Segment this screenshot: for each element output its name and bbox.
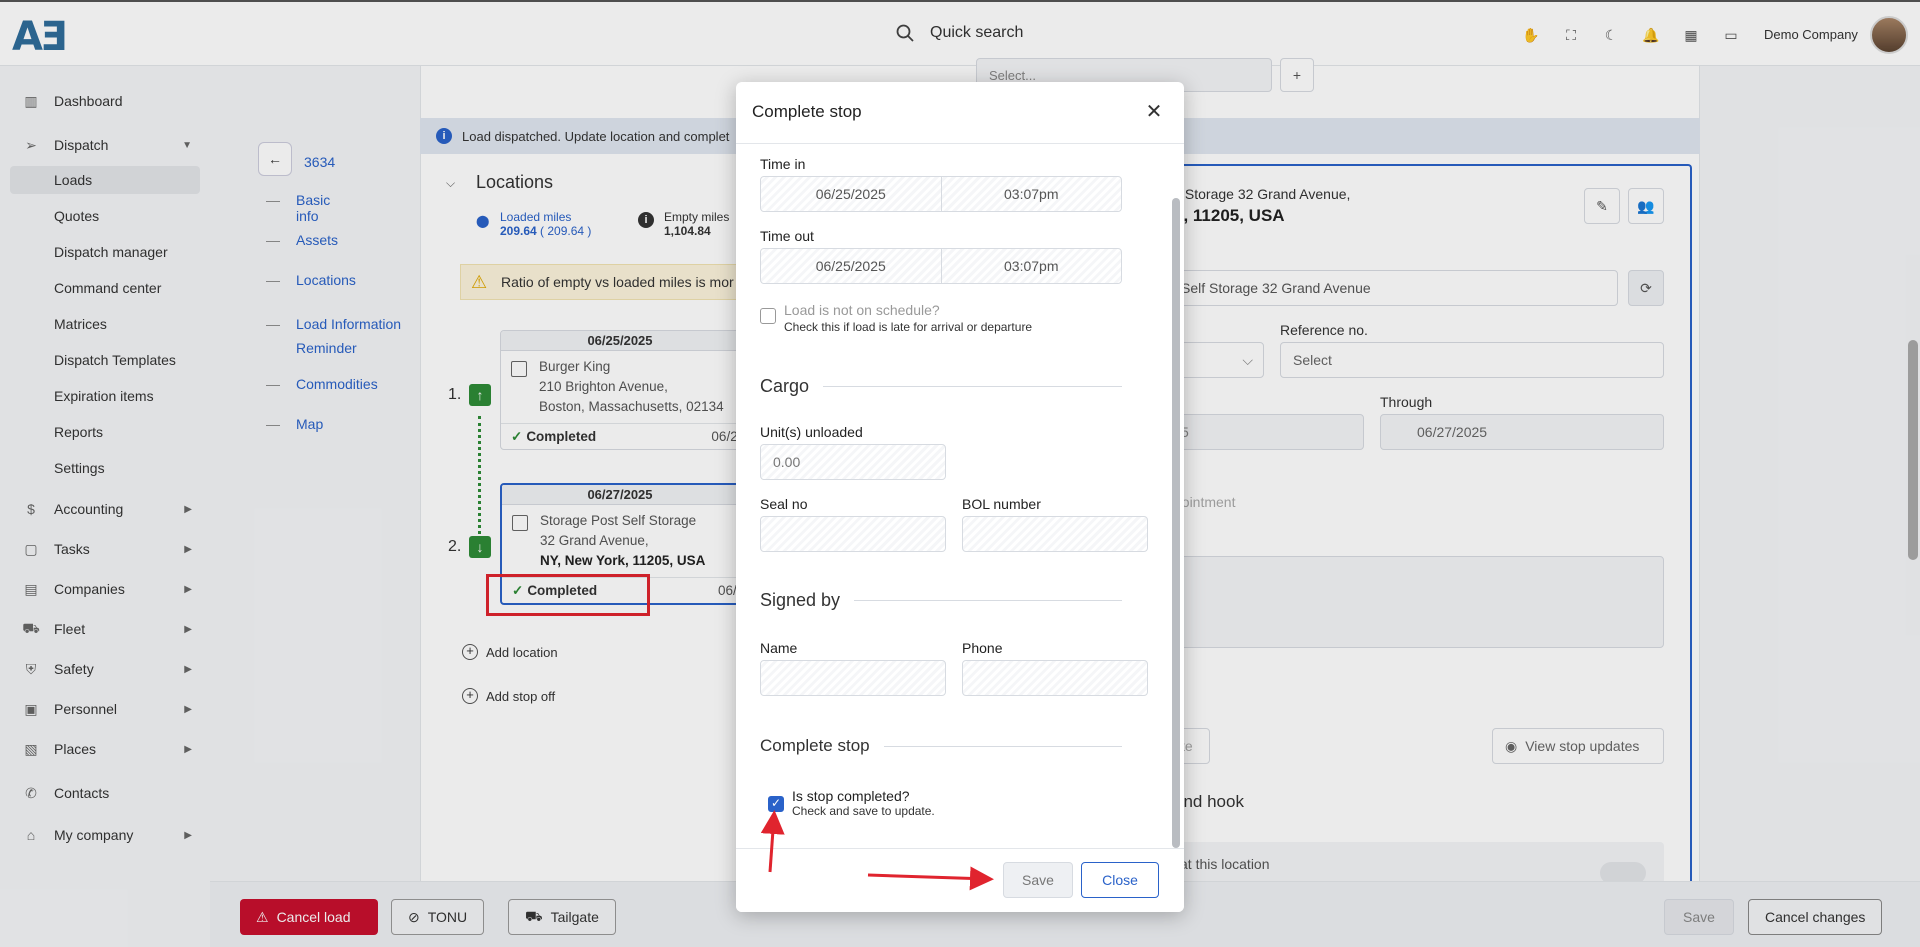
time-in-date[interactable]: 06/25/2025 bbox=[761, 177, 942, 211]
completed-hint: Check and save to update. bbox=[792, 804, 935, 818]
stop-completed-checkbox[interactable]: ✓ bbox=[768, 796, 784, 812]
phone-input[interactable] bbox=[962, 660, 1148, 696]
units-label: Unit(s) unloaded bbox=[760, 424, 863, 440]
time-out-date[interactable]: 06/25/2025 bbox=[761, 249, 942, 283]
units-input[interactable]: 0.00 bbox=[760, 444, 946, 480]
modal-scrollbar[interactable] bbox=[1172, 198, 1180, 848]
modal-save-button[interactable]: Save bbox=[1003, 862, 1073, 898]
signed-section-title: Signed by bbox=[760, 590, 1122, 611]
phone-label: Phone bbox=[962, 640, 1003, 656]
close-icon[interactable]: ✕ bbox=[1142, 100, 1166, 124]
time-in-time[interactable]: 03:07pm bbox=[942, 177, 1122, 211]
time-out-label: Time out bbox=[760, 228, 814, 244]
time-in-field[interactable]: 06/25/2025 03:07pm bbox=[760, 176, 1122, 212]
time-out-time[interactable]: 03:07pm bbox=[942, 249, 1122, 283]
schedule-label: Load is not on schedule? bbox=[784, 302, 940, 318]
name-input[interactable] bbox=[760, 660, 946, 696]
name-label: Name bbox=[760, 640, 798, 656]
schedule-hint: Check this if load is late for arrival o… bbox=[784, 320, 1033, 334]
modal-header: Complete stop ✕ bbox=[736, 82, 1184, 144]
bol-label: BOL number bbox=[962, 496, 1041, 512]
cargo-section-title: Cargo bbox=[760, 376, 1122, 397]
modal-title: Complete stop bbox=[752, 102, 862, 121]
time-in-label: Time in bbox=[760, 156, 806, 172]
seal-input[interactable] bbox=[760, 516, 946, 552]
bol-input[interactable] bbox=[962, 516, 1148, 552]
complete-stop-modal: Complete stop ✕ Time in 06/25/2025 03:07… bbox=[736, 82, 1184, 912]
completed-label: Is stop completed? bbox=[792, 788, 910, 804]
complete-section-title: Complete stop bbox=[760, 736, 1122, 756]
modal-close-button[interactable]: Close bbox=[1081, 862, 1159, 898]
seal-label: Seal no bbox=[760, 496, 808, 512]
not-on-schedule-checkbox[interactable] bbox=[760, 308, 776, 324]
time-out-field[interactable]: 06/25/2025 03:07pm bbox=[760, 248, 1122, 284]
